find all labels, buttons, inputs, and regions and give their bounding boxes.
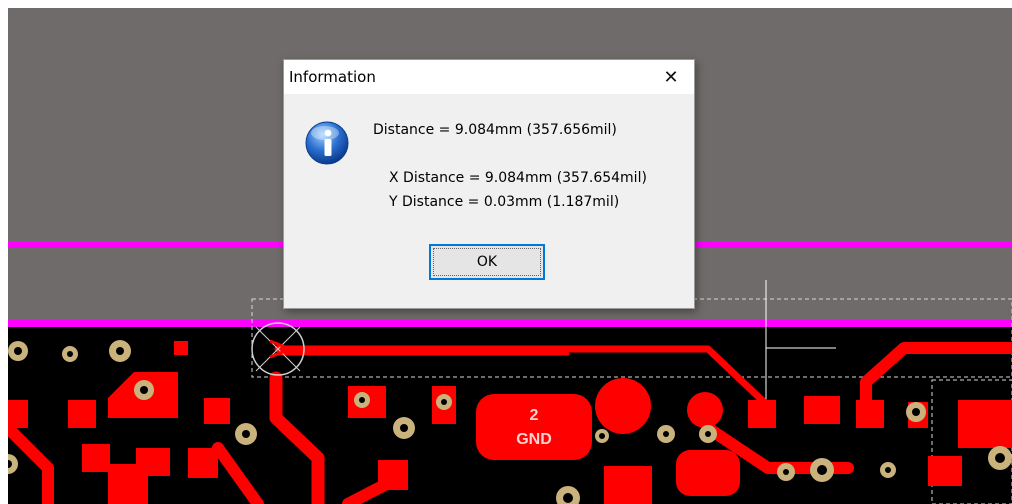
- pad: [958, 400, 1012, 448]
- via: [699, 425, 717, 443]
- via: [62, 346, 78, 362]
- pad: [676, 450, 740, 496]
- pad: [595, 378, 651, 434]
- pad: [748, 400, 776, 428]
- via: [235, 423, 257, 445]
- dialog-title: Information: [289, 68, 376, 86]
- via: [109, 340, 131, 362]
- pad: [188, 448, 218, 478]
- information-dialog: Information ✕ Distance = 9.084mm (357.65…: [283, 59, 695, 309]
- distance-text: Distance = 9.084mm (357.656mil): [373, 122, 617, 138]
- pad-number-label: 2: [530, 407, 539, 424]
- via: [8, 341, 28, 361]
- pad: [174, 341, 188, 355]
- close-icon: ✕: [663, 66, 679, 88]
- via: [354, 392, 370, 408]
- via: [777, 463, 795, 481]
- via: [436, 394, 452, 410]
- pad: [604, 466, 652, 504]
- gnd-pad: [476, 394, 592, 460]
- pad: [687, 392, 723, 428]
- via: [810, 458, 834, 482]
- pad: [8, 400, 28, 428]
- y-distance-text: Y Distance = 0.03mm (1.187mil): [389, 194, 620, 210]
- ok-button[interactable]: OK: [429, 244, 545, 280]
- info-icon: [305, 121, 349, 165]
- dialog-titlebar[interactable]: Information ✕: [284, 60, 694, 94]
- focus-rectangle: [433, 248, 541, 276]
- via: [134, 380, 154, 400]
- close-button[interactable]: ✕: [648, 60, 694, 94]
- via: [595, 429, 609, 443]
- pad: [378, 460, 408, 490]
- via: [880, 462, 896, 478]
- pad-net-label: GND: [516, 431, 552, 448]
- x-distance-text: X Distance = 9.084mm (357.654mil): [389, 170, 647, 186]
- via: [393, 417, 415, 439]
- via: [988, 446, 1012, 470]
- pad: [108, 464, 148, 504]
- pad: [68, 400, 96, 428]
- pad: [204, 398, 230, 424]
- via: [906, 402, 926, 422]
- board-outline-line-bottom: [8, 320, 1012, 327]
- pad: [804, 396, 840, 424]
- pad: [928, 456, 962, 486]
- pad: [82, 444, 110, 472]
- pad: [856, 400, 884, 428]
- via: [657, 425, 675, 443]
